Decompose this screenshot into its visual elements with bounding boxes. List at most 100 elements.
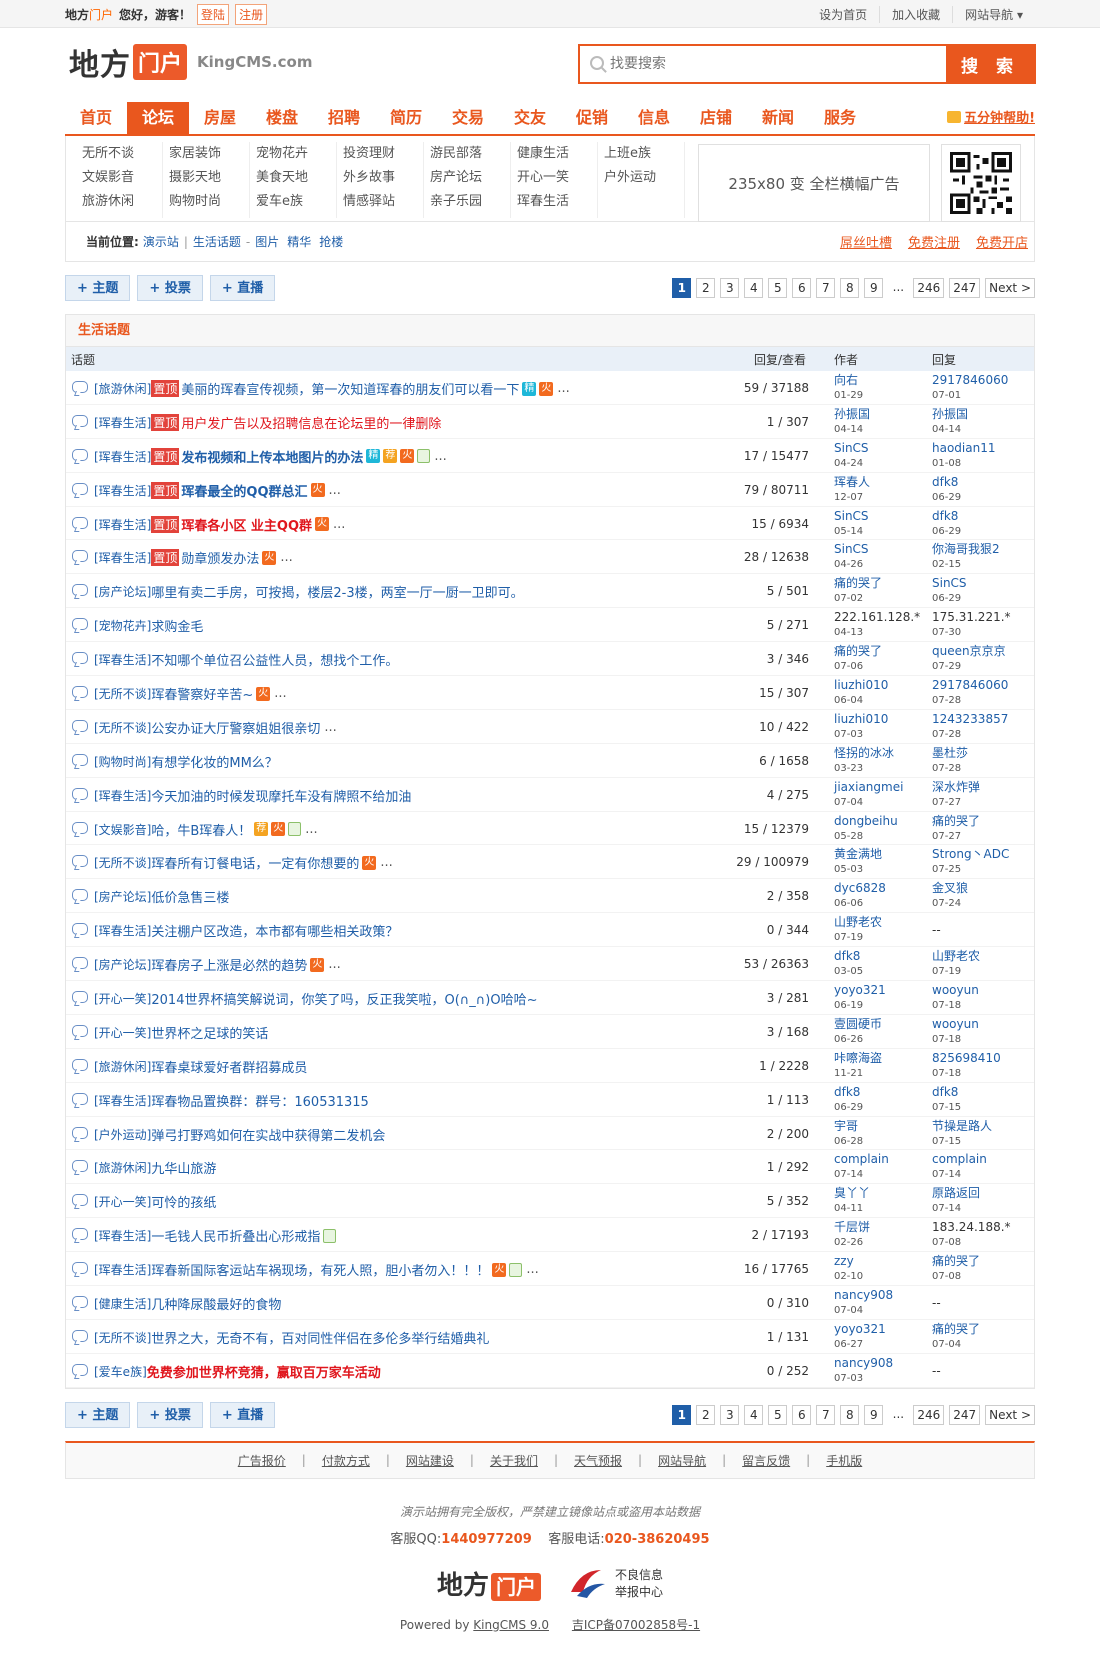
reply-name[interactable]: 孙振国 (932, 407, 968, 421)
subnav-item[interactable]: 上班e族 (604, 142, 684, 166)
thread-subject[interactable]: 弹弓打野鸡如何在实战中获得第二发机会 (151, 1125, 385, 1144)
author-name[interactable]: 痛的哭了 (834, 644, 882, 658)
thread-category[interactable]: [珲春生活] (94, 549, 151, 566)
subnav-item[interactable]: 摄影天地 (169, 166, 249, 190)
crumb-filter[interactable]: 精华 (287, 235, 311, 249)
thread-category[interactable]: [户外运动] (94, 1126, 151, 1143)
subnav-item[interactable]: 旅游休闲 (82, 190, 162, 214)
page-button[interactable]: 6 (792, 278, 812, 298)
thread-subject[interactable]: 2014世界杯搞笑解说词，你笑了吗，反正我笑啦，O(∩_∩)O哈哈~ (151, 989, 537, 1008)
author-name[interactable]: jiaxiangmei (834, 780, 903, 794)
thread-category[interactable]: [无所不谈] (94, 854, 151, 871)
crumb-board[interactable]: 生活话题 (193, 233, 241, 250)
thread-subject[interactable]: 求购金毛 (151, 616, 203, 635)
subnav-item[interactable]: 户外运动 (604, 166, 684, 190)
thread-subject[interactable]: 发布视频和上传本地图片的办法 (181, 447, 363, 466)
report-center[interactable]: 不良信息 举报中心 (567, 1566, 663, 1600)
thread-more[interactable]: ... (526, 1262, 538, 1277)
thread-category[interactable]: [购物时尚] (94, 753, 151, 770)
thread-subject[interactable]: 哪里有卖二手房，可按揭，楼层2-3楼，两室一厅一厨一卫即可。 (151, 582, 523, 601)
page-button[interactable]: 2 (696, 1404, 716, 1425)
subnav-item[interactable]: 情感驿站 (343, 190, 423, 214)
thread-more[interactable]: ... (324, 720, 336, 735)
next-page-button[interactable]: Next > (985, 1404, 1035, 1425)
top-link-1[interactable]: 加入收藏 (879, 5, 952, 23)
footer-link[interactable]: 网站导航 (658, 1452, 706, 1469)
author-name[interactable]: SinCS (834, 542, 869, 556)
thread-category[interactable]: [珲春生活] (94, 516, 151, 533)
new-topic-button[interactable]: + 主题 (65, 1401, 131, 1428)
page-button[interactable]: 5 (768, 278, 788, 298)
author-name[interactable]: liuzhi010 (834, 678, 888, 692)
subnav-item[interactable]: 购物时尚 (169, 190, 249, 214)
thread-subject[interactable]: 低价急售三楼 (151, 887, 229, 906)
thread-subject[interactable]: 珲春新国际客运站车祸现场，有死人照，胆小者勿入！！！ (151, 1260, 489, 1279)
thread-more[interactable]: ... (557, 381, 569, 396)
author-name[interactable]: 向右 (834, 373, 863, 387)
author-name[interactable]: dyc6828 (834, 881, 886, 895)
reply-name[interactable]: 节操是路人 (932, 1119, 992, 1133)
subnav-item[interactable]: 亲子乐园 (430, 190, 510, 214)
reply-name[interactable]: wooyun (932, 1017, 979, 1031)
thread-category[interactable]: [开心一笑] (94, 1193, 151, 1210)
new-live-button[interactable]: + 直播 (209, 1401, 276, 1428)
author-name[interactable]: dfk8 (834, 949, 863, 963)
thread-subject[interactable]: 珲春房子上涨是必然的趋势 (151, 955, 307, 974)
thread-subject[interactable]: 几种降尿酸最好的食物 (151, 1294, 281, 1313)
reply-name[interactable]: 深水炸弹 (932, 780, 980, 794)
thread-more[interactable]: ... (280, 550, 292, 565)
nav-item-0[interactable]: 首页 (65, 102, 127, 134)
thread-category[interactable]: [房产论坛] (94, 956, 151, 973)
page-button[interactable]: 2 (696, 278, 716, 298)
reply-name[interactable]: queen京京京 (932, 644, 1006, 658)
nav-item-4[interactable]: 招聘 (313, 102, 375, 134)
nav-item-12[interactable]: 服务 (809, 102, 871, 134)
reply-name[interactable]: complain (932, 1152, 987, 1166)
thread-subject[interactable]: 九华山旅游 (151, 1158, 216, 1177)
thread-more[interactable]: ... (305, 822, 317, 837)
thread-category[interactable]: [旅游休闲] (94, 1058, 151, 1075)
thread-category[interactable]: [珲春生活] (94, 448, 151, 465)
search-button[interactable]: 搜 索 (946, 46, 1034, 82)
author-name[interactable]: nancy908 (834, 1288, 893, 1302)
footer-link[interactable]: 留言反馈 (742, 1452, 790, 1469)
search-input[interactable] (580, 46, 946, 82)
thread-subject[interactable]: 珲春桌球爱好者群招募成员 (151, 1057, 307, 1076)
thread-subject[interactable]: 美丽的珲春宣传视频，第一次知道珲春的朋友们可以看一下 (181, 379, 519, 398)
subnav-item[interactable]: 文娱影音 (82, 166, 162, 190)
crumb-filter[interactable]: 抢楼 (319, 235, 343, 249)
reply-name[interactable]: 痛的哭了 (932, 814, 980, 828)
thread-subject[interactable]: 珲春所有订餐电话，一定有你想要的 (151, 853, 359, 872)
help-link[interactable]: 五分钟帮助! (947, 107, 1035, 126)
crumb-filter[interactable]: 图片 (255, 235, 279, 249)
nav-item-1[interactable]: 论坛 (127, 102, 189, 134)
reply-name[interactable]: 2917846060 (932, 373, 1008, 387)
thread-subject[interactable]: 免费参加世界杯竞猜，赢取百万家车活动 (147, 1362, 381, 1381)
thread-category[interactable]: [珲春生活] (94, 1261, 151, 1278)
footer-link[interactable]: 关于我们 (490, 1452, 538, 1469)
thread-subject[interactable]: 珲春警察好辛苦~ (151, 684, 253, 703)
subnav-item[interactable]: 家居装饰 (169, 142, 249, 166)
page-button[interactable]: 246 (913, 278, 945, 298)
subnav-item[interactable]: 宠物花卉 (256, 142, 336, 166)
banner-ad[interactable]: 235x80 变 全栏横幅广告 (698, 144, 930, 222)
thread-category[interactable]: [健康生活] (94, 1295, 151, 1312)
subnav-item[interactable]: 外乡故事 (343, 166, 423, 190)
new-live-button[interactable]: + 直播 (209, 275, 276, 301)
thread-subject[interactable]: 珲春物品置换群：群号：160531315 (151, 1091, 368, 1110)
logo[interactable]: 地方 门户 KingCMS.com (69, 40, 312, 84)
quick-link[interactable]: 屌丝吐槽 (840, 232, 892, 251)
subnav-item[interactable]: 珲春生活 (517, 190, 597, 214)
reply-name[interactable]: Strong丶ADC (932, 847, 1009, 861)
thread-more[interactable]: ... (380, 855, 392, 870)
thread-subject[interactable]: 世界杯之足球的笑话 (151, 1023, 268, 1042)
subnav-item[interactable]: 游民部落 (430, 142, 510, 166)
thread-subject[interactable]: 勋章颁发办法 (181, 548, 259, 567)
thread-category[interactable]: [宠物花卉] (94, 617, 151, 634)
thread-category[interactable]: [无所不谈] (94, 685, 151, 702)
thread-more[interactable]: ... (434, 449, 446, 464)
top-link-0[interactable]: 设为首页 (807, 6, 879, 23)
reply-name[interactable]: 痛的哭了 (932, 1322, 980, 1336)
author-name[interactable]: 咔嚓海盗 (834, 1051, 882, 1065)
nav-item-11[interactable]: 新闻 (747, 102, 809, 134)
